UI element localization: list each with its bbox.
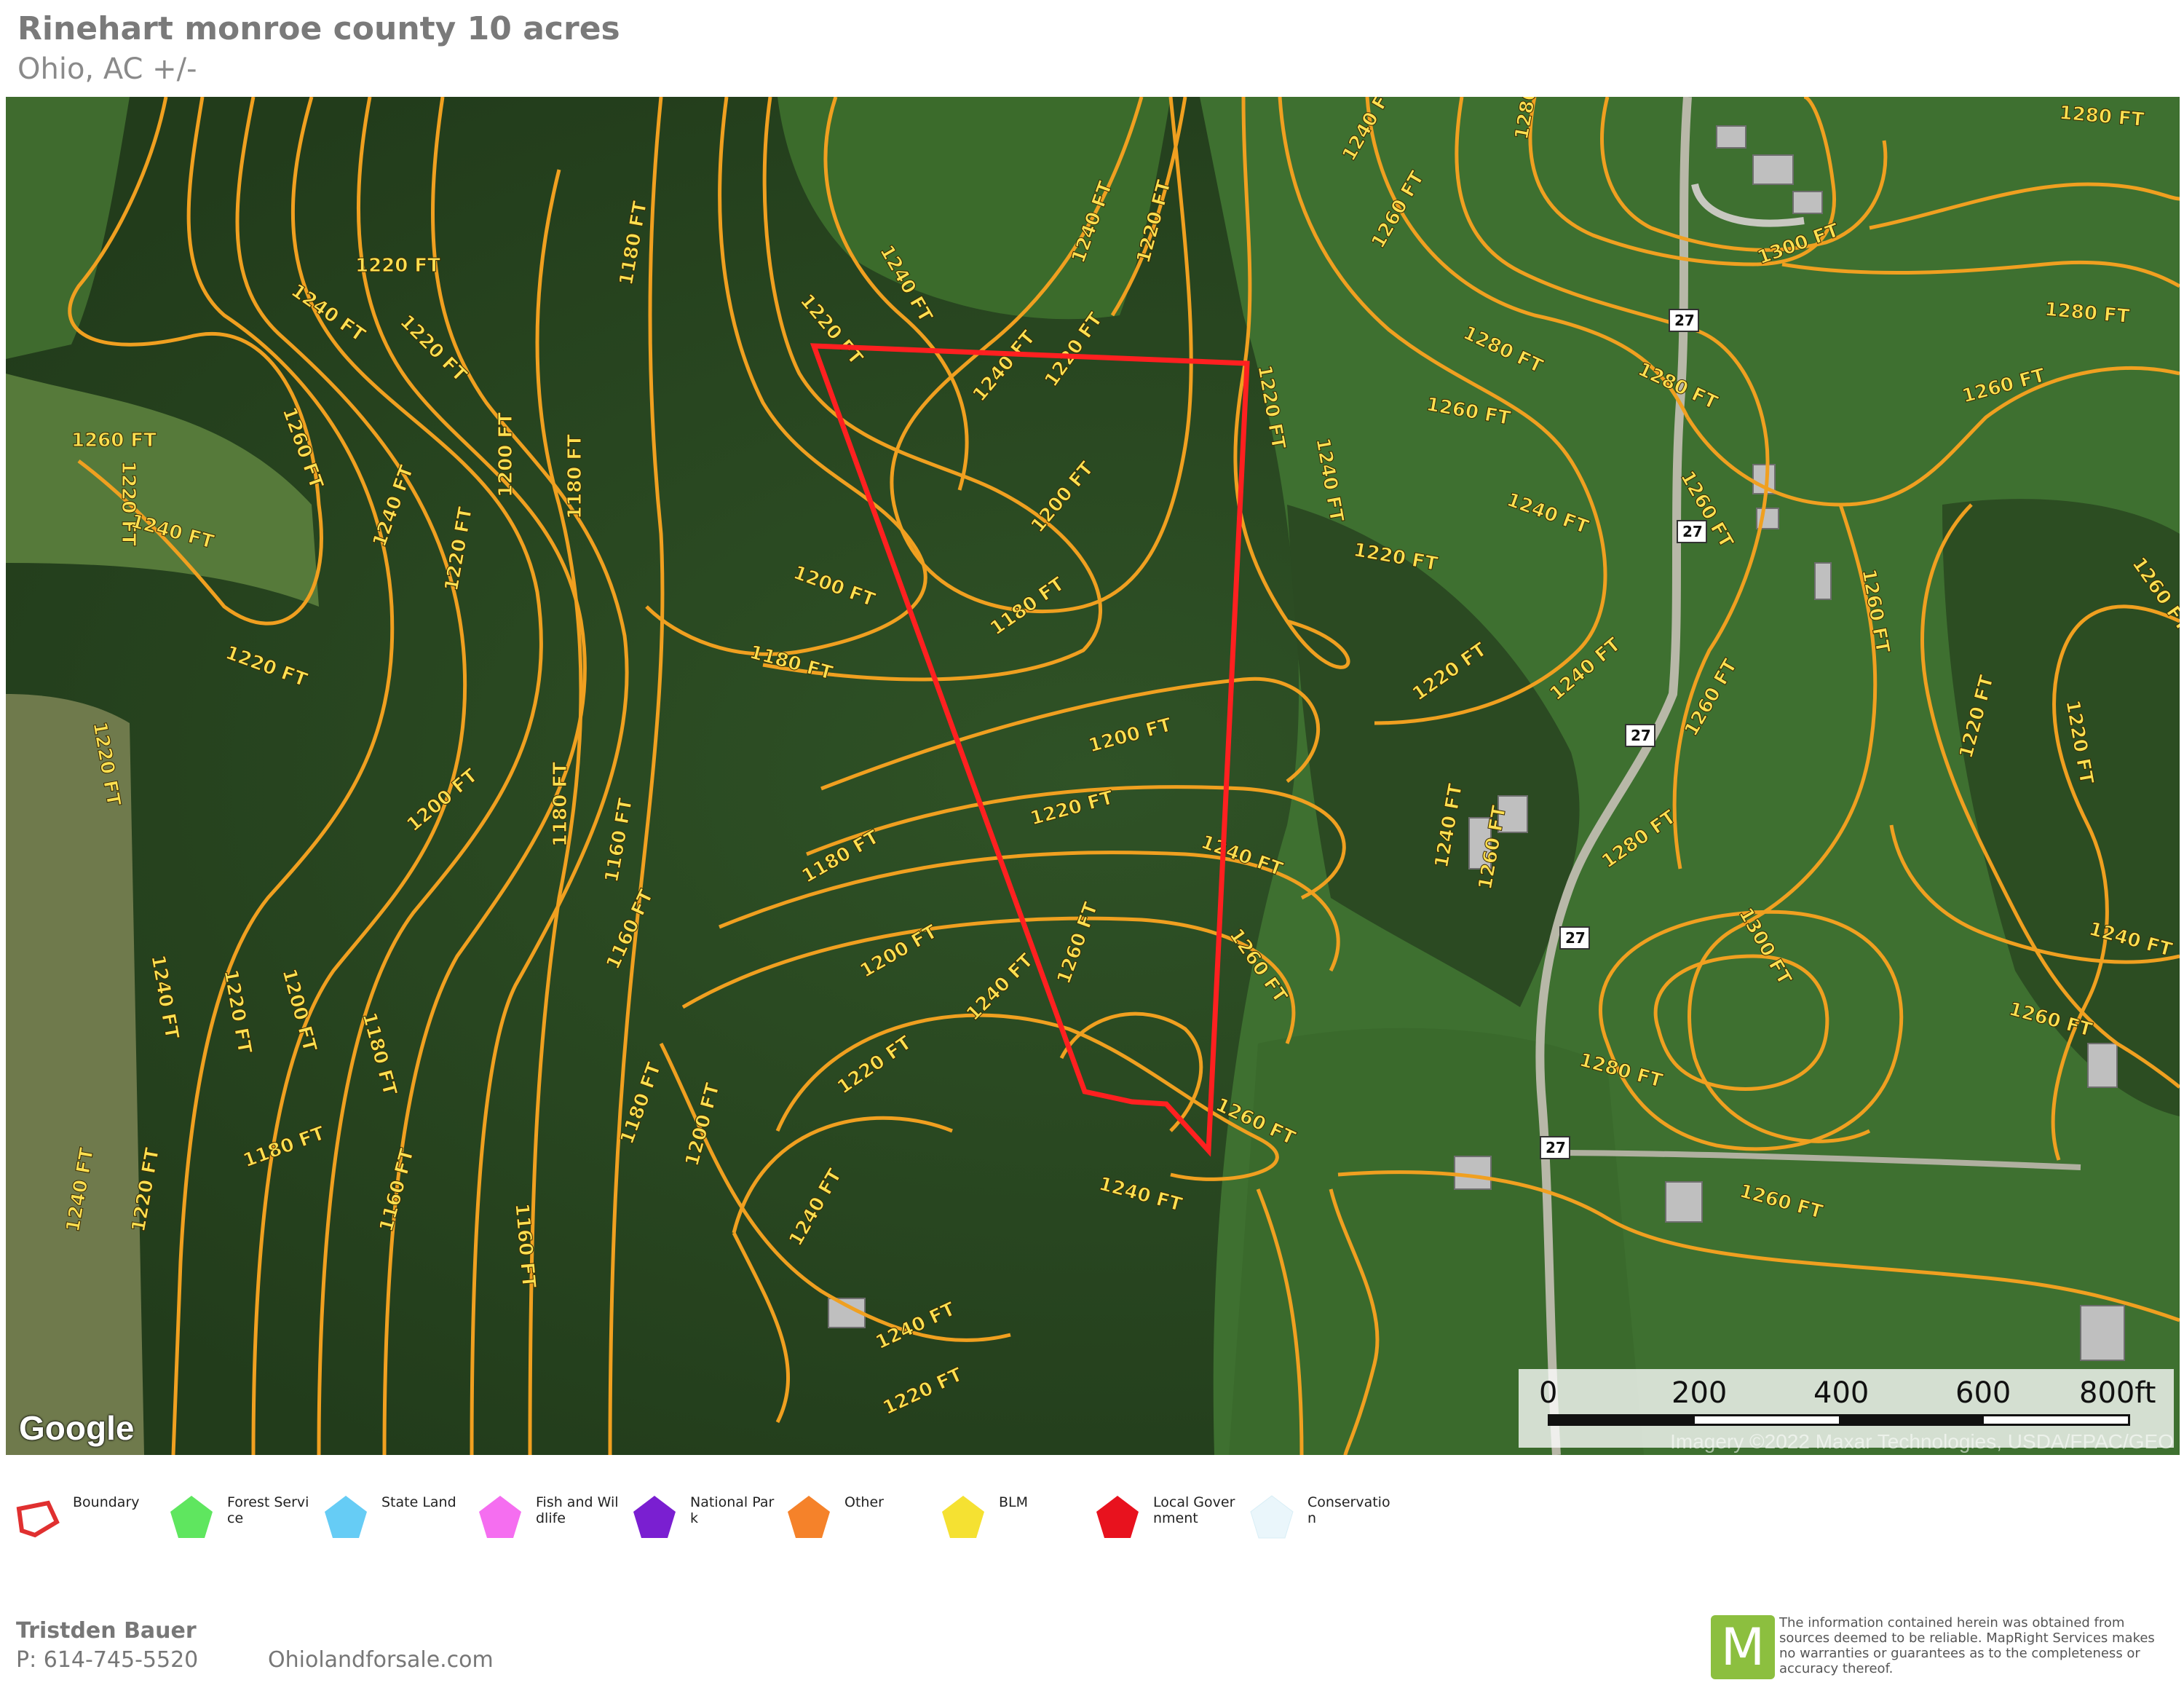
field-area [6, 694, 144, 1455]
scale-label: 800ft [2079, 1376, 2156, 1410]
legend-label: Forest Service [227, 1494, 309, 1526]
svg-text:27: 27 [1631, 727, 1651, 744]
agent-website-link[interactable]: Ohiolandforsale.com [268, 1647, 494, 1673]
pentagon-icon [942, 1496, 984, 1538]
svg-text:27: 27 [1674, 312, 1695, 329]
legend-label: Local Government [1153, 1494, 1235, 1526]
disclaimer-text: The information contained herein was obt… [1779, 1615, 2155, 1676]
legend-label: National Park [690, 1494, 775, 1526]
road-shield-icon: 27 [1559, 926, 1590, 950]
contour-label: 1180 FT [550, 762, 571, 847]
pentagon-icon [633, 1496, 676, 1538]
road-shield-icon: 27 [1540, 1136, 1570, 1159]
pentagon-icon [1250, 1495, 1294, 1539]
map-subtitle: Ohio, AC +/- [17, 52, 197, 86]
scale-label: 200 [1671, 1376, 1728, 1410]
legend-label: BLM [999, 1494, 1029, 1510]
google-logo: Google [19, 1409, 135, 1447]
scale-label: 600 [1955, 1376, 2011, 1410]
contour-label: 1220 FT [117, 461, 139, 546]
contour-label: 1220 FT [355, 255, 440, 277]
agent-phone: P: 614-745-5520 [16, 1647, 199, 1673]
agent-name: Tristden Bauer [16, 1618, 197, 1644]
boundary-outline-icon [16, 1500, 60, 1538]
scale-label: 0 [1539, 1376, 1558, 1410]
map-canvas[interactable]: 1220 FT 1220 FT 1240 FT 1220 FT 1260 FT … [6, 97, 2180, 1455]
pentagon-icon [325, 1496, 367, 1538]
legend-label: Boundary [73, 1494, 140, 1510]
pentagon-icon [1096, 1496, 1139, 1538]
road-shield-icon: 27 [1669, 309, 1699, 332]
road-shield-icon: 27 [1625, 724, 1655, 747]
contour-label: 1200 FT [495, 412, 517, 497]
legend-label: Fish and Wildlife [536, 1494, 619, 1526]
imagery-credit: Imagery ©2022 Maxar Technologies, USDA/F… [1670, 1430, 2174, 1453]
map-title: Rinehart monroe county 10 acres [17, 10, 620, 47]
legend: Boundary Forest Service State Land Fish … [13, 1484, 1469, 1542]
pentagon-icon [788, 1496, 830, 1538]
legend-label: Conservation [1307, 1494, 1390, 1526]
legend-label: State Land [381, 1494, 456, 1510]
svg-text:27: 27 [1682, 523, 1703, 540]
pentagon-icon [170, 1496, 213, 1538]
svg-text:27: 27 [1565, 929, 1586, 947]
mapright-logo: M [1711, 1615, 1775, 1679]
contour-label: 1260 FT [71, 430, 157, 451]
map-svg: 1220 FT 1220 FT 1240 FT 1220 FT 1260 FT … [6, 97, 2180, 1455]
pentagon-icon [479, 1496, 521, 1538]
scale-label: 400 [1813, 1376, 1870, 1410]
legend-label: Other [844, 1494, 884, 1510]
scale-bar-graphic [1548, 1414, 2130, 1426]
road-shield-icon: 27 [1677, 520, 1707, 543]
svg-text:27: 27 [1546, 1139, 1566, 1156]
contour-label: 1180 FT [564, 434, 586, 519]
